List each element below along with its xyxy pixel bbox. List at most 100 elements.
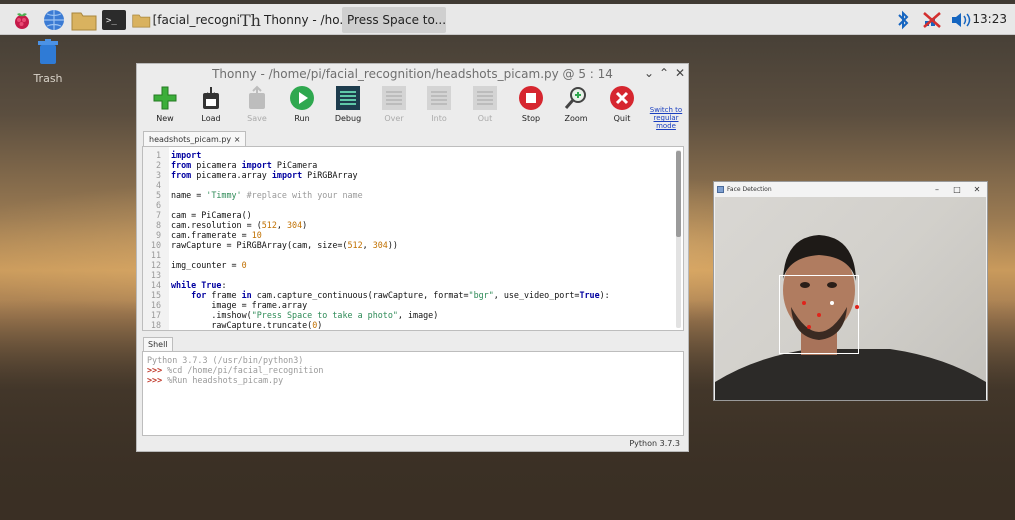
zoom-button[interactable]: Zoom	[556, 84, 596, 123]
code-text: name = 'Timmy' #replace with your name	[171, 190, 363, 200]
code-line: 6	[143, 200, 673, 210]
line-number: 9	[155, 230, 161, 240]
svg-text:>_: >_	[106, 16, 117, 26]
close-icon[interactable]: ✕	[673, 66, 687, 80]
line-number: 4	[155, 180, 161, 190]
line-number: 13	[150, 270, 161, 280]
taskbar: >_ [facial_recogni Th Thonny - /ho... Pr…	[0, 4, 1015, 35]
stop-button[interactable]: Stop	[511, 84, 551, 123]
window-title: Thonny - /home/pi/facial_recognition/hea…	[212, 67, 613, 81]
save-button[interactable]: Save	[237, 84, 277, 123]
taskbar-item-press-space[interactable]: Press Space to...	[342, 7, 446, 33]
toolbar-label: Save	[247, 114, 267, 123]
code-text: cam.framerate = 10	[171, 230, 262, 240]
shell-line: >>> %cd /home/pi/facial_recognition	[147, 365, 679, 375]
network-disconnected-icon[interactable]	[919, 7, 945, 33]
code-text: from picamera import PiCamera	[171, 160, 318, 170]
minimize-icon[interactable]: ⌄	[642, 66, 656, 80]
toolbar-label: Debug	[334, 114, 362, 123]
thonny-titlebar[interactable]: Thonny - /home/pi/facial_recognition/hea…	[137, 64, 688, 84]
folder-icon	[132, 14, 151, 28]
quit-button[interactable]: Quit	[602, 84, 642, 123]
face-detection-window: Face Detection – □ ✕	[713, 181, 988, 401]
run-icon	[290, 86, 314, 110]
line-number: 5	[155, 190, 161, 200]
step-into-icon	[427, 86, 451, 110]
line-number: 8	[155, 220, 161, 230]
trash-label: Trash	[33, 72, 63, 85]
thonny-icon: Th	[240, 10, 261, 30]
editor-tab[interactable]: headshots_picam.py ×	[143, 131, 247, 147]
line-number: 6	[155, 200, 161, 210]
shell-line: Python 3.7.3 (/usr/bin/python3)	[147, 355, 304, 365]
toolbar-label: Stop	[521, 114, 541, 123]
quit-icon	[610, 86, 634, 110]
debug-icon	[336, 86, 360, 110]
face-window-title[interactable]: Face Detection	[714, 182, 987, 197]
python-version-status[interactable]: Python 3.7.3	[629, 439, 680, 448]
toolbar-label: New	[156, 114, 174, 123]
taskbar-item-thonny[interactable]: Th Thonny - /ho...	[240, 7, 351, 33]
camera-preview	[715, 197, 986, 400]
landmark-dot	[830, 301, 834, 305]
new-button[interactable]: New	[145, 84, 185, 123]
raspberry-menu-icon[interactable]	[8, 7, 36, 33]
taskbar-item-file-manager[interactable]: [facial_recogni	[132, 7, 240, 33]
minimize-icon[interactable]: –	[932, 182, 942, 197]
code-line: 5 name = 'Timmy' #replace with your name	[143, 190, 673, 200]
load-button[interactable]: Load	[191, 84, 231, 123]
close-icon[interactable]: ✕	[972, 182, 982, 197]
code-text: rawCapture.truncate(0)	[171, 320, 323, 330]
code-line: 12 img_counter = 0	[143, 260, 673, 270]
volume-icon[interactable]	[949, 7, 973, 33]
line-number: 1	[155, 150, 161, 160]
debug-button[interactable]: Debug	[328, 84, 368, 123]
toolbar-label: Load	[201, 114, 221, 123]
step-into-button[interactable]: Into	[419, 84, 459, 123]
code-line: 7 cam = PiCamera()	[143, 210, 673, 220]
maximize-icon[interactable]: ⌃	[657, 66, 671, 80]
code-line: 18 rawCapture.truncate(0)	[143, 320, 673, 330]
taskbar-item-label: [facial_recogni	[152, 13, 240, 27]
line-number: 11	[150, 250, 161, 260]
shell-prompt: >>>	[147, 365, 168, 375]
line-number: 3	[155, 170, 161, 180]
line-number: 15	[150, 290, 161, 300]
code-text: img_counter = 0	[171, 260, 247, 270]
clock[interactable]: 13:23	[972, 4, 1007, 35]
editor-scrollbar-thumb[interactable]	[676, 151, 681, 237]
trash-desktop-icon[interactable]: Trash	[28, 38, 68, 85]
step-over-button[interactable]: Over	[374, 84, 414, 123]
switch-mode-link[interactable]: Switch to regular mode	[646, 106, 686, 130]
new-icon	[153, 86, 177, 110]
shell-console[interactable]: Python 3.7.3 (/usr/bin/python3) >>> %cd /…	[142, 351, 684, 436]
terminal-icon[interactable]: >_	[100, 7, 128, 33]
shell-tab[interactable]: Shell	[143, 337, 173, 352]
line-number: 16	[150, 300, 161, 310]
shell-prompt: >>>	[147, 375, 168, 385]
browser-icon[interactable]	[40, 7, 68, 33]
code-editor[interactable]: 1 import 2 from picamera import PiCamera 3 f…	[142, 146, 684, 331]
bluetooth-icon[interactable]	[893, 7, 913, 33]
code-text: image = frame.array	[171, 300, 308, 310]
step-out-button[interactable]: Out	[465, 84, 505, 123]
step-over-icon	[382, 86, 406, 110]
toolbar-label: Over	[384, 114, 404, 123]
code-line: 9 cam.framerate = 10	[143, 230, 673, 240]
code-text: .imshow("Press Space to take a photo", i…	[171, 310, 439, 320]
code-line: 14 while True:	[143, 280, 673, 290]
save-icon	[249, 85, 265, 109]
code-text: for frame in cam.capture_continuous(rawC…	[191, 290, 610, 300]
code-line: 1 import	[143, 150, 673, 160]
line-number: 2	[155, 160, 161, 170]
file-manager-icon[interactable]	[70, 7, 98, 33]
code-line: 8 cam.resolution = (512, 304)	[143, 220, 673, 230]
run-button[interactable]: Run	[282, 84, 322, 123]
line-number: 12	[150, 260, 161, 270]
landmark-dot	[807, 325, 811, 329]
code-line: 11	[143, 250, 673, 260]
maximize-icon[interactable]: □	[952, 182, 962, 197]
